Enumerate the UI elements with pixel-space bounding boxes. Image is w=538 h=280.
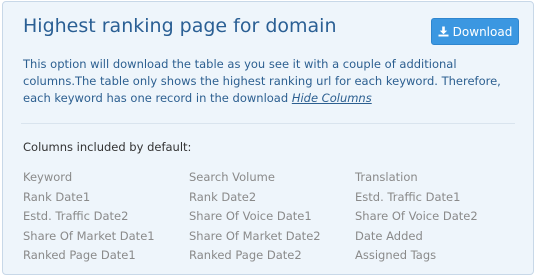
panel-description: This option will download the table as y… [23,56,523,107]
column-item: Estd. Traffic Date2 [23,209,129,223]
column-item: Date Added [355,228,423,243]
column-item: Share Of Voice Date1 [189,209,312,223]
column-item: Assigned Tags [355,248,437,262]
column-item: Share Of Market Date2 [189,228,321,243]
column-item: Share Of Market Date1 [23,228,155,243]
column-item: Keyword [23,170,73,184]
download-button[interactable]: Download [431,18,519,45]
columns-heading: Columns included by default: [23,140,192,154]
description-text: This option will download the table as y… [23,57,501,105]
column-item: Translation [355,170,418,184]
column-item: Share Of Voice Date2 [355,209,478,223]
divider [21,123,515,124]
download-icon [438,26,449,37]
columns-list: Keyword Search Volume Translation Rank Date… [23,168,523,266]
panel-title: Highest ranking page for domain [23,15,337,37]
download-option-panel: Highest ranking page for domain Download… [2,1,534,275]
column-item: Estd. Traffic Date1 [355,189,461,204]
download-button-label: Download [452,24,513,39]
column-item: Ranked Page Date2 [189,248,302,262]
column-item: Search Volume [189,170,275,184]
hide-columns-link[interactable]: Hide Columns [292,91,372,105]
column-item: Rank Date2 [189,189,257,204]
column-item: Ranked Page Date1 [23,248,136,262]
column-item: Rank Date1 [23,189,91,204]
